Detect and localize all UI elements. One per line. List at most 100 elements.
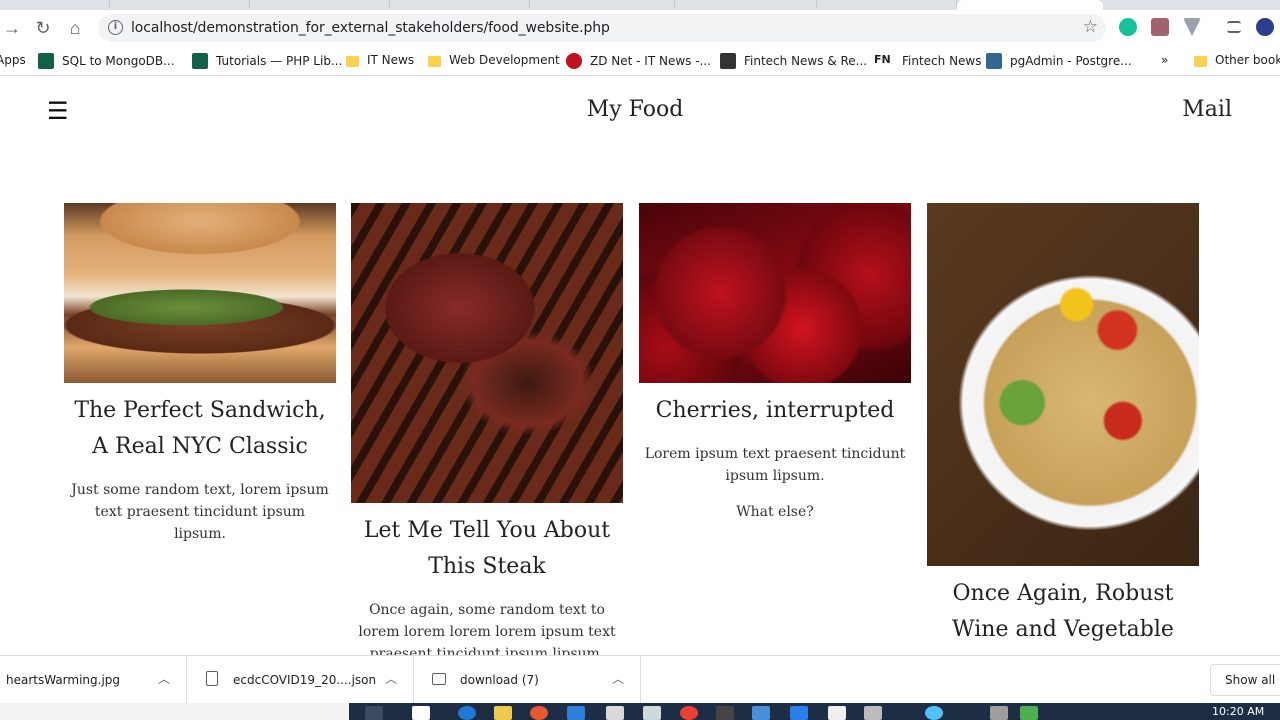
file-explorer-icon[interactable]	[494, 706, 512, 720]
browser-toolbar: → ↻ ⌂ i localhost/demonstration_for_exte…	[0, 10, 1280, 46]
edge-icon[interactable]	[458, 706, 476, 720]
bookmark-folder-other[interactable]: Other bookm	[1194, 53, 1280, 67]
tab[interactable]	[817, 0, 957, 8]
article-title[interactable]: The Perfect Sandwich, A Real NYC Classic	[64, 393, 336, 465]
bookmark-label: SQL to MongoDB...	[62, 54, 175, 68]
chevron-up-icon[interactable]: ︿	[385, 670, 397, 687]
taskbar-app-icon[interactable]	[567, 706, 585, 720]
bookmark-item[interactable]: pgAdmin - Postgre...	[986, 53, 1132, 69]
vscode-icon[interactable]	[790, 706, 808, 720]
taskbar-clock[interactable]: 10:20 AM	[1212, 705, 1264, 718]
times-icon	[720, 53, 736, 69]
bookmark-label: Other bookm	[1215, 53, 1280, 67]
filter-extension-icon[interactable]	[1183, 18, 1201, 36]
grammarly-extension-icon[interactable]	[1119, 18, 1137, 36]
info-icon[interactable]: i	[108, 20, 123, 35]
site-title[interactable]: My Food	[0, 97, 1270, 122]
article-text: Once again, some random text to lorem lo…	[358, 602, 616, 655]
more-bookmarks-icon: »	[1161, 53, 1169, 67]
article-card[interactable]: Cherries, interrupted Lorem ipsum text p…	[639, 203, 911, 523]
bookmark-label: ZD Net - IT News -...	[590, 54, 711, 68]
address-bar[interactable]: i localhost/demonstration_for_external_s…	[98, 14, 1106, 42]
taskbar-app-icon[interactable]	[606, 706, 624, 720]
zdnet-icon	[566, 53, 582, 69]
tab[interactable]	[250, 0, 390, 8]
download-filename[interactable]: download (7)	[460, 673, 539, 687]
tab[interactable]	[390, 0, 530, 8]
article-text: Lorem ipsum text praesent tincidunt ipsu…	[644, 446, 906, 484]
url-text[interactable]: localhost/demonstration_for_external_sta…	[131, 20, 610, 36]
cherries-image[interactable]	[639, 203, 911, 383]
taskbar-app-icon[interactable]	[864, 706, 882, 720]
mail-link[interactable]: Mail	[1182, 97, 1232, 122]
firefox-icon[interactable]	[530, 706, 548, 720]
mongodb-leaf-icon	[38, 53, 54, 69]
archive-icon	[432, 673, 446, 685]
article-title[interactable]: Once Again, Robust Wine and Vegetable Pa…	[927, 576, 1199, 655]
forward-icon[interactable]: →	[0, 16, 24, 40]
reload-icon[interactable]: ↻	[31, 16, 55, 40]
more-bookmarks-button[interactable]: »	[1161, 53, 1168, 67]
article-title[interactable]: Cherries, interrupted	[639, 393, 911, 429]
bookmarks-bar: Apps SQL to MongoDB... Tutorials — PHP L…	[0, 46, 1280, 76]
download-item[interactable]: ecdcCOVID19_20....json ︿	[187, 656, 414, 704]
folder-icon	[1194, 55, 1207, 67]
tab[interactable]	[110, 0, 250, 8]
article-card[interactable]: Let Me Tell You About This Steak Once ag…	[351, 203, 623, 655]
folder-icon	[346, 55, 359, 67]
bookmark-star-icon[interactable]: ☆	[1083, 17, 1098, 37]
pasta-image[interactable]	[927, 203, 1199, 566]
taskbar-app-icon[interactable]	[752, 706, 770, 720]
tray-icon[interactable]	[925, 706, 943, 720]
article-title[interactable]: Let Me Tell You About This Steak	[351, 513, 623, 585]
windows-taskbar: 10:20 AM	[0, 703, 1280, 720]
bookmark-apps[interactable]: Apps	[0, 53, 26, 67]
chrome-icon[interactable]	[680, 706, 698, 720]
taskbar-search-box[interactable]	[0, 703, 349, 720]
bookmark-label: Fintech News	[902, 54, 982, 68]
bookmark-item[interactable]: SQL to MongoDB...	[38, 53, 175, 69]
bookmark-label: pgAdmin - Postgre...	[1010, 54, 1132, 68]
download-item[interactable]: download (7) ︿	[414, 656, 641, 704]
food-website-page: ☰ My Food Mail The Perfect Sandwich, A R…	[0, 77, 1280, 655]
taskbar-app-icon[interactable]	[412, 706, 430, 720]
taskbar-app-icon[interactable]	[643, 706, 661, 720]
bookmark-item[interactable]: ZD Net - IT News -...	[566, 53, 711, 69]
file-icon	[206, 671, 218, 686]
article-card[interactable]: Once Again, Robust Wine and Vegetable Pa…	[927, 203, 1199, 655]
download-item[interactable]: heartsWarming.jpg ︿	[0, 656, 187, 704]
bookmark-label: Fintech News & Re...	[744, 54, 868, 68]
bookmark-item[interactable]: Tutorials — PHP Lib...	[192, 53, 342, 69]
download-filename[interactable]: ecdcCOVID19_20....json	[233, 673, 376, 687]
sandwich-image[interactable]	[64, 203, 336, 383]
reading-list-icon[interactable]	[1227, 21, 1241, 33]
bookmark-label: Apps	[0, 53, 26, 67]
bookmark-folder[interactable]: IT News	[346, 53, 414, 67]
task-view-icon[interactable]	[365, 706, 383, 720]
profile-avatar[interactable]	[1256, 18, 1274, 36]
download-filename[interactable]: heartsWarming.jpg	[6, 673, 120, 687]
bookmark-label: IT News	[367, 53, 415, 67]
terminal-icon[interactable]	[716, 706, 734, 720]
tab[interactable]	[0, 0, 110, 8]
steak-image[interactable]	[351, 203, 623, 503]
bookmark-item[interactable]: FN Fintech News	[874, 53, 982, 69]
show-all-button[interactable]: Show all	[1210, 664, 1280, 696]
tab-active[interactable]	[957, 0, 1103, 10]
tray-icon[interactable]	[1020, 706, 1038, 720]
bookmark-label: Web Development	[449, 53, 560, 67]
bookmark-item[interactable]: Fintech News & Re...	[720, 53, 867, 69]
downloads-shelf: heartsWarming.jpg ︿ ecdcCOVID19_20....js…	[0, 655, 1280, 704]
bookmark-label: Tutorials — PHP Lib...	[216, 54, 343, 68]
tray-icon[interactable]	[990, 706, 1008, 720]
pgadmin-icon	[986, 53, 1002, 69]
extension-icon[interactable]	[1151, 18, 1169, 36]
taskbar-app-icon[interactable]	[828, 706, 846, 720]
chevron-up-icon[interactable]: ︿	[612, 670, 624, 687]
tab[interactable]	[675, 0, 817, 8]
article-card[interactable]: The Perfect Sandwich, A Real NYC Classic…	[64, 203, 336, 545]
home-icon[interactable]: ⌂	[63, 16, 87, 40]
tab[interactable]	[530, 0, 675, 8]
chevron-up-icon[interactable]: ︿	[158, 670, 170, 687]
bookmark-folder[interactable]: Web Development	[428, 53, 560, 67]
